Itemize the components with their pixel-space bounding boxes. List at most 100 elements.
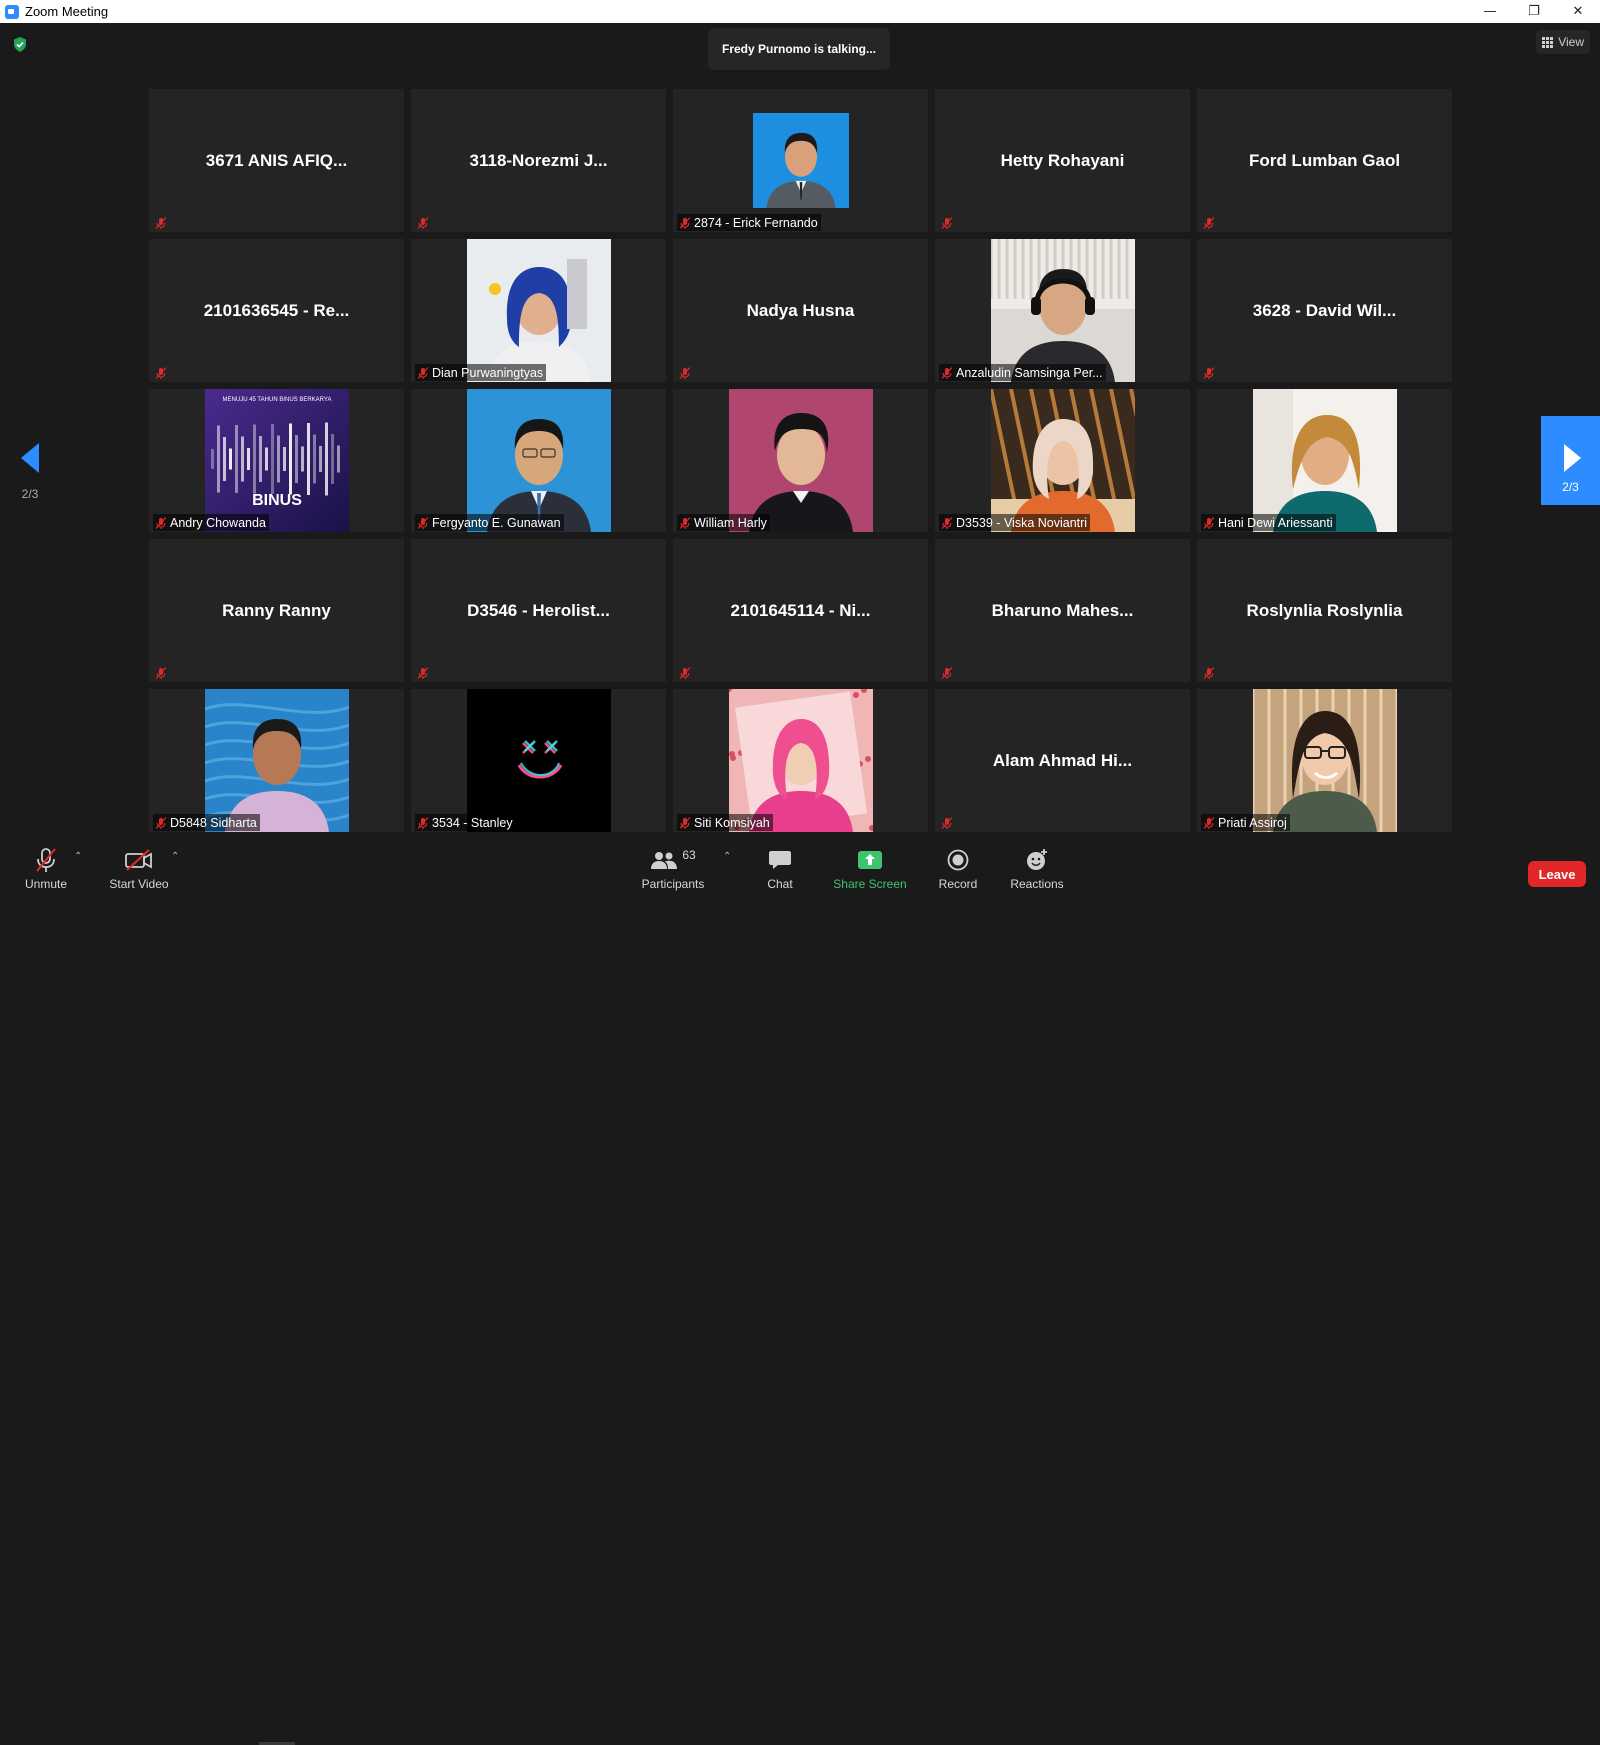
participant-tile[interactable]: Anzaludin Samsinga Per... <box>935 239 1190 382</box>
chat-bubble-icon <box>769 851 791 869</box>
leave-meeting-button[interactable]: Leave <box>1528 861 1586 887</box>
participants-button[interactable]: 63 Participants <box>641 845 705 900</box>
participant-tile[interactable]: Alam Ahmad Hi... <box>935 689 1190 832</box>
participant-video <box>990 239 1135 382</box>
start-video-button[interactable]: Start Video <box>108 845 170 900</box>
participant-name-label: D3539 - Viska Noviantri <box>939 514 1091 531</box>
muted-microphone-icon <box>679 516 691 529</box>
participant-tile[interactable]: Roslynlia Roslynlia <box>1197 539 1452 682</box>
muted-microphone-icon <box>941 216 953 229</box>
participant-tile[interactable]: Ford Lumban Gaol <box>1197 89 1452 232</box>
svg-text:BINUS: BINUS <box>252 492 302 509</box>
muted-microphone-icon <box>417 216 429 229</box>
muted-microphone-icon <box>155 366 167 379</box>
participant-tile[interactable]: Hetty Rohayani <box>935 89 1190 232</box>
participant-tile[interactable]: Priati Assiroj <box>1197 689 1452 832</box>
share-screen-button[interactable]: Share Screen <box>830 845 910 900</box>
participant-tile[interactable]: Ranny Ranny <box>149 539 404 682</box>
participant-name: 2874 - Erick Fernando <box>694 215 818 230</box>
record-label: Record <box>938 877 978 891</box>
participant-name-label <box>677 364 694 381</box>
participant-video <box>728 689 873 832</box>
participant-display-name: Ranny Ranny <box>222 600 331 620</box>
share-screen-icon <box>858 851 882 869</box>
video-off-icon <box>125 849 152 871</box>
participant-tile[interactable]: 3534 - Stanley <box>411 689 666 832</box>
participant-display-name: Roslynlia Roslynlia <box>1246 600 1403 620</box>
participant-tile[interactable]: 2874 - Erick Fernando <box>673 89 928 232</box>
muted-microphone-icon <box>155 816 167 829</box>
participant-tile[interactable]: MENUJU 45 TAHUN BINUS BERKARYA BINUS Andry… <box>149 389 404 532</box>
participant-tile[interactable]: Siti Komsiyah <box>673 689 928 832</box>
participant-tile[interactable]: Dian Purwaningtyas <box>411 239 666 382</box>
participant-tile[interactable]: Hani Dewi Ariessanti <box>1197 389 1452 532</box>
participant-name: Fergyanto E. Gunawan <box>432 515 561 530</box>
participant-name: Priati Assiroj <box>1218 815 1287 830</box>
previous-page-button[interactable]: 2/3 <box>12 443 48 501</box>
reactions-button[interactable]: Reactions <box>1008 845 1066 900</box>
participant-tile[interactable]: Fergyanto E. Gunawan <box>411 389 666 532</box>
participant-tile[interactable]: Nadya Husna <box>673 239 928 382</box>
participant-tile[interactable]: 3118-Norezmi J... <box>411 89 666 232</box>
participants-icon <box>651 852 678 869</box>
participant-name-label <box>153 664 170 681</box>
window-title: Zoom Meeting <box>25 4 109 19</box>
participant-video <box>1252 389 1397 532</box>
muted-microphone-icon <box>155 216 167 229</box>
participant-tile[interactable]: 3628 - David Wil... <box>1197 239 1452 382</box>
participant-tile[interactable]: D3546 - Herolist... <box>411 539 666 682</box>
participant-name: Anzaludin Samsinga Per... <box>956 365 1103 380</box>
unmute-button[interactable]: Unmute <box>24 845 68 900</box>
participant-display-name: 2101645114 - Ni... <box>730 600 871 620</box>
participant-video <box>990 389 1135 532</box>
participant-tile[interactable]: 2101636545 - Re... <box>149 239 404 382</box>
participant-name-label <box>1201 664 1218 681</box>
audio-options-caret-icon[interactable]: ⌃ <box>74 851 82 862</box>
participant-name: D5848 Sidharta <box>170 815 257 830</box>
start-video-label: Start Video <box>109 877 169 891</box>
participant-video: MENUJU 45 TAHUN BINUS BERKARYA BINUS <box>204 389 349 532</box>
participant-tile[interactable]: D5848 Sidharta <box>149 689 404 832</box>
view-button[interactable]: View <box>1536 30 1590 54</box>
svg-text:MENUJU 45 TAHUN BINUS BERKARYA: MENUJU 45 TAHUN BINUS BERKARYA <box>222 397 331 403</box>
participant-name-label <box>939 214 956 231</box>
participant-display-name: D3546 - Herolist... <box>467 600 610 620</box>
participant-name-label: Hani Dewi Ariessanti <box>1201 514 1336 531</box>
muted-microphone-icon <box>417 666 429 679</box>
security-shield-icon[interactable] <box>13 37 27 52</box>
record-icon <box>947 849 969 871</box>
participants-label: Participants <box>641 877 705 891</box>
muted-microphone-icon <box>417 816 429 829</box>
participant-tile[interactable]: William Harly <box>673 389 928 532</box>
participant-grid: 3671 ANIS AFIQ... 3118-Norezmi J... 2874 -… <box>149 89 1454 832</box>
page-indicator-left: 2/3 <box>21 487 39 501</box>
record-button[interactable]: Record <box>934 845 982 900</box>
close-button[interactable]: ✕ <box>1556 0 1600 23</box>
minimize-button[interactable]: — <box>1468 0 1512 23</box>
muted-microphone-icon <box>941 816 953 829</box>
view-button-label: View <box>1558 35 1584 49</box>
active-speaker-banner: Fredy Purnomo is talking... <box>708 28 890 70</box>
video-options-caret-icon[interactable]: ⌃ <box>171 851 179 862</box>
participant-name-label <box>939 814 956 831</box>
chat-label: Chat <box>767 877 793 891</box>
participant-tile[interactable]: 2101645114 - Ni... <box>673 539 928 682</box>
participant-tile[interactable]: Bharuno Mahes... <box>935 539 1190 682</box>
participant-name-label <box>1201 364 1218 381</box>
chat-button[interactable]: Chat <box>760 845 800 900</box>
participant-name: Siti Komsiyah <box>694 815 770 830</box>
next-page-button[interactable]: 2/3 <box>1541 416 1600 505</box>
participant-name: William Harly <box>694 515 767 530</box>
participant-display-name: Nadya Husna <box>746 300 855 320</box>
participant-name-label: Andry Chowanda <box>153 514 269 531</box>
muted-microphone-icon <box>679 366 691 379</box>
window-controls: — ❐ ✕ <box>1468 0 1600 23</box>
participant-tile[interactable]: 3671 ANIS AFIQ... <box>149 89 404 232</box>
participant-display-name: 3671 ANIS AFIQ... <box>205 150 348 170</box>
participant-tile[interactable]: D3539 - Viska Noviantri <box>935 389 1190 532</box>
participants-caret-icon[interactable]: ⌃ <box>723 851 731 862</box>
muted-microphone-icon <box>155 516 167 529</box>
participant-display-name: 2101636545 - Re... <box>203 300 350 320</box>
restore-button[interactable]: ❐ <box>1512 0 1556 23</box>
participant-name-label <box>415 214 432 231</box>
